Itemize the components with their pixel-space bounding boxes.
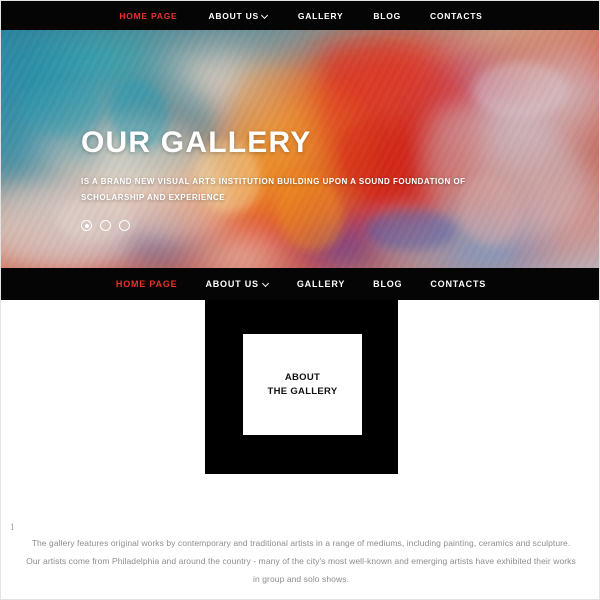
top-nav-label-home-page: HOME PAGE	[119, 10, 178, 21]
sub-nav-label-home-page: HOME PAGE	[115, 279, 178, 289]
top-nav-item-home-page[interactable]: HOME PAGE	[119, 11, 177, 21]
hero-content: OUR GALLERY IS A BRAND NEW VISUAL ARTS I…	[81, 126, 531, 231]
about-section-panel: ABOUT THE GALLERY	[205, 300, 398, 474]
top-nav-list: HOME PAGE ABOUT US GALLERY BLOG CONTACTS	[1, 1, 599, 30]
about-heading-line-2: THE GALLERY	[267, 385, 338, 397]
hero-subtitle: IS A BRAND NEW VISUAL ARTS INSTITUTION B…	[81, 177, 466, 202]
top-nav-label-contacts: CONTACTS	[429, 10, 483, 21]
sub-nav-item-gallery[interactable]: GALLERY	[297, 279, 345, 289]
page-root: HOME PAGE ABOUT US GALLERY BLOG CONTACTS	[0, 0, 600, 600]
sub-nav-item-home-page[interactable]: HOME PAGE	[116, 279, 178, 289]
secondary-navigation-bar: HOME PAGE ABOUT US GALLERY BLOG CONTACTS	[1, 268, 599, 300]
sub-nav-item-blog[interactable]: BLOG	[373, 279, 402, 289]
chevron-down-icon	[262, 12, 268, 18]
top-nav-label-blog: BLOG	[373, 10, 401, 21]
about-paragraph: The gallery features original works by c…	[26, 537, 576, 584]
top-nav-item-gallery[interactable]: GALLERY	[298, 11, 344, 21]
sub-nav-item-about-us[interactable]: ABOUT US	[205, 279, 268, 289]
carousel-dot-2[interactable]	[100, 220, 111, 231]
about-heading-line-1: ABOUT	[284, 371, 321, 383]
sub-nav-label-gallery: GALLERY	[296, 279, 346, 289]
sub-nav-item-contacts[interactable]: CONTACTS	[430, 279, 486, 289]
about-heading-card: ABOUT THE GALLERY	[243, 334, 362, 435]
sub-nav-label-contacts: CONTACTS	[430, 279, 487, 289]
carousel-dot-1[interactable]	[81, 220, 92, 231]
hero-banner: OUR GALLERY IS A BRAND NEW VISUAL ARTS I…	[1, 30, 599, 268]
top-nav-label-about-us: ABOUT US	[208, 10, 259, 21]
sub-nav-label-blog: BLOG	[373, 279, 403, 289]
hero-title: OUR GALLERY	[81, 126, 312, 159]
chevron-down-icon	[263, 280, 269, 286]
top-nav-label-gallery: GALLERY	[297, 10, 344, 21]
section-marker: 1	[10, 522, 15, 532]
top-nav-item-blog[interactable]: BLOG	[373, 11, 401, 21]
top-nav-item-about-us[interactable]: ABOUT US	[208, 11, 267, 21]
sub-nav-label-about-us: ABOUT US	[205, 279, 259, 289]
top-nav-item-contacts[interactable]: CONTACTS	[430, 11, 483, 21]
top-navigation-bar: HOME PAGE ABOUT US GALLERY BLOG CONTACTS	[1, 1, 599, 30]
carousel-pagination	[81, 220, 531, 231]
sub-nav-list: HOME PAGE ABOUT US GALLERY BLOG CONTACTS	[1, 268, 599, 300]
carousel-dot-3[interactable]	[119, 220, 130, 231]
